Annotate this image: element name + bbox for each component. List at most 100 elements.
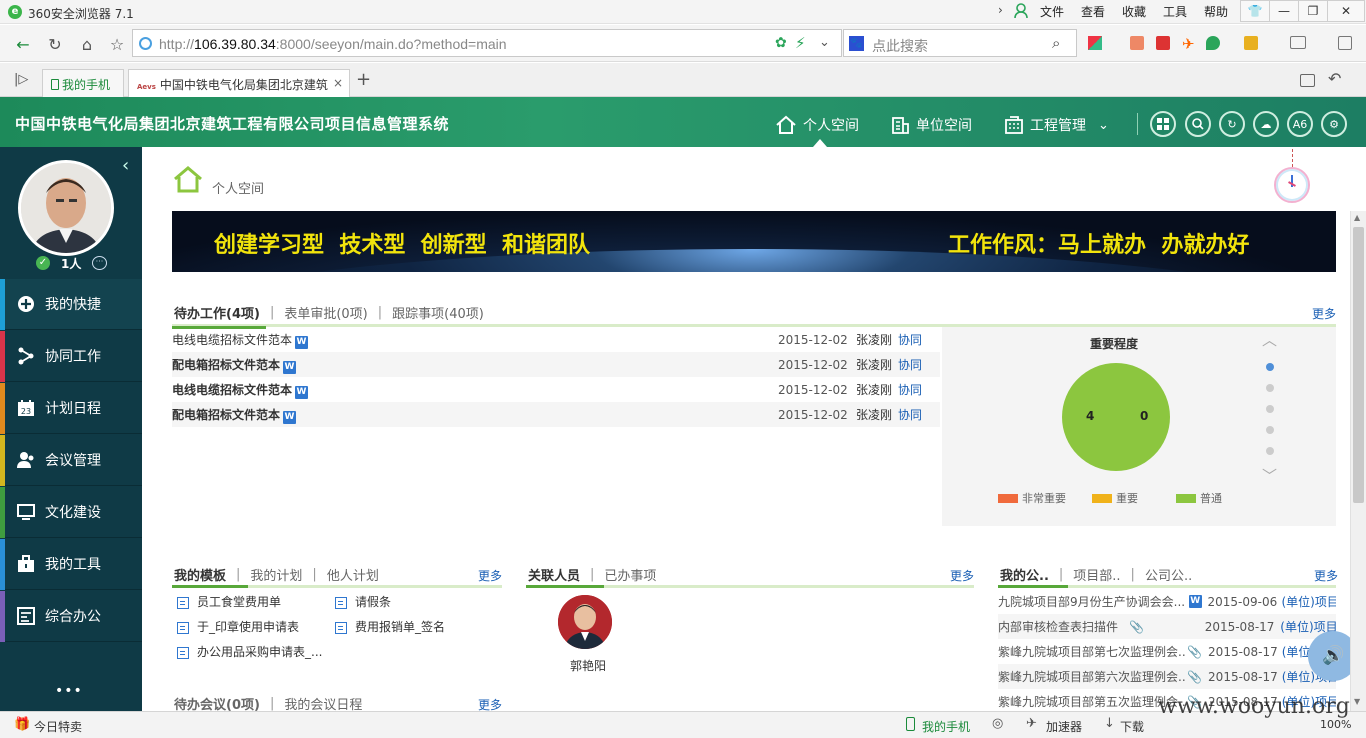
chevron-up-icon[interactable]: ︿ xyxy=(1262,329,1277,350)
nav-project-management[interactable]: 工程管理 ⌄ xyxy=(1004,115,1109,135)
template-label[interactable]: 办公用品采购申请表_... xyxy=(197,645,322,659)
sidebar-item-my-tools[interactable]: 我的工具 xyxy=(0,539,142,590)
related-person-name[interactable]: 郭艳阳 xyxy=(570,657,606,674)
nav-personal-space[interactable]: 个人空间 xyxy=(775,115,859,135)
carousel-dot[interactable] xyxy=(1266,447,1274,455)
sidebar-toggle-icon[interactable]: |▷ xyxy=(14,72,28,87)
menu-icon[interactable] xyxy=(1338,36,1352,50)
scroll-down-arrow-icon[interactable]: ▼ xyxy=(1354,697,1360,706)
gear-icon[interactable]: ⚙ xyxy=(1321,111,1347,137)
screenshot-icon[interactable] xyxy=(1290,36,1306,49)
apps-icon[interactable] xyxy=(1088,36,1102,50)
todo-title[interactable]: 配电箱招标文件范本 xyxy=(172,358,280,372)
baidu-paw-icon[interactable]: 🐾 xyxy=(849,36,864,51)
tab-my-announcements[interactable]: 我的公.. xyxy=(1000,565,1049,584)
announcement-source[interactable]: (单位)项目 xyxy=(1281,593,1336,610)
maximize-button[interactable]: ❐ xyxy=(1298,0,1328,22)
search-icon[interactable] xyxy=(1185,111,1211,137)
sidebar-item-collaboration[interactable]: 协同工作 xyxy=(0,331,142,382)
table-row[interactable]: 配电箱招标文件范本 W 2015-12-02 张凌刚 协同 xyxy=(172,402,940,427)
tab-pending-meetings[interactable]: 待办会议(0项) xyxy=(174,694,260,711)
status-my-phone[interactable]: 我的手机 xyxy=(922,718,970,735)
announcement-title[interactable]: 紫峰九院城项目部第六次监理例会... xyxy=(998,668,1186,685)
search-icon[interactable]: ⌕ xyxy=(1052,34,1060,52)
table-row[interactable]: 紫峰九院城项目部第七次监理例会... 📎 2015-08-17 (单位)项目 xyxy=(998,639,1336,664)
menu-favorites[interactable]: 收藏 xyxy=(1122,3,1146,20)
status-accelerator[interactable]: 加速器 xyxy=(1046,718,1082,735)
menu-tools[interactable]: 工具 xyxy=(1163,3,1187,20)
related-person-avatar[interactable] xyxy=(558,595,612,649)
sidebar-more-button[interactable]: ••• xyxy=(55,683,83,699)
lightning-icon[interactable]: ⚡ xyxy=(795,34,806,52)
refresh-icon[interactable]: ↻ xyxy=(1219,111,1245,137)
template-label[interactable]: 于_印章使用申请表 xyxy=(197,620,299,634)
table-row[interactable]: 配电箱招标文件范本 W 2015-12-02 张凌刚 协同 xyxy=(172,352,940,377)
tab-form-approval[interactable]: 表单审批(0项) xyxy=(284,303,367,322)
refresh-icon[interactable]: ↻ xyxy=(44,33,66,55)
collapse-sidebar-icon[interactable]: ‹ xyxy=(122,155,129,176)
tab-company-announcements[interactable]: 公司公.. xyxy=(1145,565,1192,584)
list-item[interactable]: 办公用品采购申请表_... xyxy=(177,643,322,660)
template-label[interactable]: 请假条 xyxy=(355,595,391,609)
todo-more-link[interactable]: 更多 xyxy=(1312,305,1336,322)
skin-icon[interactable]: 👕 xyxy=(1240,0,1270,22)
tab-current[interactable]: Aevs 中国中铁电气化局集团北京建筑 × xyxy=(128,69,350,97)
template-label[interactable]: 员工食堂费用单 xyxy=(197,595,281,609)
tab-tracking[interactable]: 跟踪事项(40项) xyxy=(392,303,484,322)
tab-my-phone[interactable]: 我的手机 xyxy=(42,69,124,97)
list-item[interactable]: 请假条 xyxy=(335,593,391,610)
tab-my-meeting-schedule[interactable]: 我的会议日程 xyxy=(284,694,362,711)
cloud-icon[interactable]: ☁ xyxy=(1253,111,1279,137)
todo-title[interactable]: 电线电缆招标文件范本 xyxy=(172,383,292,397)
scrollbar[interactable]: ▲ ▼ xyxy=(1350,211,1366,711)
scrollbar-thumb[interactable] xyxy=(1353,227,1364,503)
user-icon[interactable] xyxy=(1014,3,1028,19)
ext-calendar-icon[interactable] xyxy=(1156,36,1170,50)
url-input[interactable]: http://106.39.80.34:8000/seeyon/main.do?… xyxy=(132,29,842,57)
todo-type[interactable]: 协同 xyxy=(898,331,940,348)
tab-done-items[interactable]: 已办事项 xyxy=(604,565,656,584)
star-icon[interactable]: ☆ xyxy=(106,33,128,55)
todo-type[interactable]: 协同 xyxy=(898,381,940,398)
table-row[interactable]: 电线电缆招标文件范本 W 2015-12-02 张凌刚 协同 xyxy=(172,327,940,352)
sidebar-item-my-shortcuts[interactable]: 我的快捷 xyxy=(0,279,142,330)
table-row[interactable]: 内部审核检查表扫描件 📎 2015-08-17 (单位)项目 xyxy=(998,614,1336,639)
shield-icon[interactable] xyxy=(1206,36,1220,50)
sidebar-item-culture[interactable]: 文化建设 xyxy=(0,487,142,538)
sidebar-item-meetings[interactable]: 会议管理 xyxy=(0,435,142,486)
menu-file[interactable]: 文件 xyxy=(1040,3,1064,20)
chevron-down-icon[interactable]: ﹀ xyxy=(1262,465,1277,486)
tab-todo-work[interactable]: 待办工作(4项) xyxy=(174,303,260,322)
carousel-dot[interactable] xyxy=(1266,405,1274,413)
tab-my-plans[interactable]: 我的计划 xyxy=(250,565,302,584)
list-item[interactable]: 费用报销单_签名 xyxy=(335,618,445,635)
chevron-right-icon[interactable]: › xyxy=(998,3,1003,17)
sidebar-item-schedule[interactable]: 23 计划日程 xyxy=(0,383,142,434)
back-arrow-icon[interactable]: ← xyxy=(12,33,34,55)
nav-unit-space[interactable]: 单位空间 xyxy=(890,115,972,135)
ext-mail-icon[interactable] xyxy=(1130,36,1144,50)
announcement-title[interactable]: 九院城项目部9月份生产协调会会... xyxy=(998,593,1187,610)
status-download[interactable]: 下载 xyxy=(1120,718,1144,735)
status-zoom[interactable]: 100% xyxy=(1320,718,1351,731)
restore-tabs-icon[interactable] xyxy=(1300,74,1315,87)
list-item[interactable]: 员工食堂费用单 xyxy=(177,593,281,610)
table-row[interactable]: 九院城项目部9月份生产协调会会... W 2015-09-06 (单位)项目 xyxy=(998,589,1336,614)
todo-type[interactable]: 协同 xyxy=(898,356,940,373)
security-shield-icon[interactable]: ✿ xyxy=(775,35,787,51)
font-size-icon[interactable]: A6 xyxy=(1287,111,1313,137)
undo-close-icon[interactable]: ↶ xyxy=(1328,69,1341,88)
search-input[interactable]: 点此搜索 xyxy=(872,36,928,56)
carousel-dot[interactable] xyxy=(1266,363,1274,371)
template-label[interactable]: 费用报销单_签名 xyxy=(355,620,445,634)
plane-icon[interactable]: ✈ xyxy=(1182,35,1195,53)
meetings-more-link[interactable]: 更多 xyxy=(478,696,502,711)
list-item[interactable]: 于_印章使用申请表 xyxy=(177,618,299,635)
menu-view[interactable]: 查看 xyxy=(1081,3,1105,20)
table-row[interactable]: 紫峰九院城项目部第六次监理例会... 📎 2015-08-17 (单位)项目 xyxy=(998,664,1336,689)
todo-type[interactable]: 协同 xyxy=(898,406,940,423)
scroll-up-arrow-icon[interactable]: ▲ xyxy=(1354,213,1360,222)
tab-my-templates[interactable]: 我的模板 xyxy=(174,565,226,584)
status-left-label[interactable]: 今日特卖 xyxy=(34,718,82,735)
speaker-icon[interactable]: 🔊 xyxy=(1308,631,1350,681)
